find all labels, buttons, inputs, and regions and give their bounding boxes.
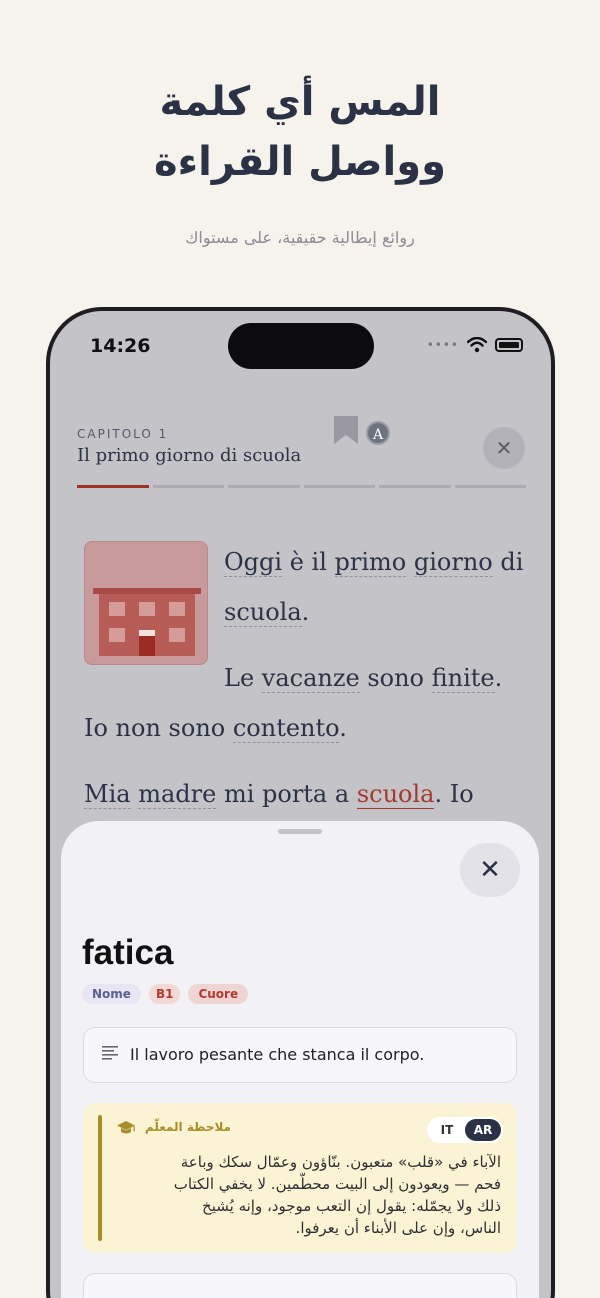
definition-text: Il lavoro pesante che stanca il corpo. xyxy=(130,1045,425,1064)
signal-icon: •••• xyxy=(426,338,459,352)
word-token[interactable]: Oggi xyxy=(224,548,283,577)
text-run: sono xyxy=(359,664,432,692)
reader-close-button[interactable]: ✕ xyxy=(483,427,525,469)
part-of-speech-badge: Nome xyxy=(82,984,141,1004)
status-icons: •••• xyxy=(427,337,523,353)
note-accent-bar xyxy=(98,1115,102,1241)
word-token[interactable]: finite xyxy=(431,664,495,693)
headline-line-2: وواصل القراءة xyxy=(154,139,446,185)
bookmark-icon[interactable] xyxy=(333,415,359,445)
promo-headline: المس أي كلمة وواصل القراءة xyxy=(0,72,600,192)
source-badge: Cuore xyxy=(188,984,249,1004)
chapter-title: Il primo giorno di scuola xyxy=(77,445,302,466)
level-badge: B1 xyxy=(148,984,181,1004)
next-info-card xyxy=(83,1273,517,1298)
word-tags: Nome B1 Cuore xyxy=(82,984,249,1004)
text-run: Le xyxy=(224,664,262,692)
word-token[interactable]: contento xyxy=(232,714,340,743)
story-paragraph: Le vacanze sono finite. Io non sono cont… xyxy=(84,653,524,753)
dynamic-island xyxy=(228,323,374,369)
progress-segment xyxy=(152,485,224,488)
sheet-grabber[interactable] xyxy=(278,829,322,834)
chapter-progress xyxy=(77,485,526,488)
text-run: è il xyxy=(282,548,335,576)
text-run: . xyxy=(301,598,310,626)
progress-segment xyxy=(228,485,300,488)
headline-line-1: المس أي كلمة xyxy=(159,79,441,125)
sheet-close-button[interactable]: ✕ xyxy=(460,843,520,897)
word-token[interactable]: giorno xyxy=(413,548,493,577)
toggle-it[interactable]: IT xyxy=(429,1119,465,1141)
wifi-icon xyxy=(467,337,487,353)
word-token[interactable]: Mia xyxy=(84,780,131,809)
text-run xyxy=(406,548,414,576)
language-toggle[interactable]: IT AR xyxy=(427,1117,503,1143)
word-token[interactable]: primo xyxy=(334,548,407,577)
definition-card: Il lavoro pesante che stanca il corpo. xyxy=(83,1027,517,1083)
graduation-cap-icon xyxy=(117,1121,135,1134)
status-time: 14:26 xyxy=(90,335,151,357)
promo-subline: روائع إيطالية حقيقية، على مستواك xyxy=(185,228,415,247)
font-settings-icon[interactable]: A xyxy=(366,421,390,445)
note-line: الناس، وإن على الأبناء أن يعرفوا. xyxy=(295,1219,501,1237)
story-paragraph: Oggi è il primo giorno di scuola. xyxy=(84,537,524,637)
text-run: mi porta a xyxy=(216,780,357,808)
text-run: di xyxy=(492,548,524,576)
battery-icon xyxy=(495,338,523,352)
progress-segment xyxy=(77,485,149,488)
note-line: الآباء في «قلب» متعبون. بنّاؤون وعمّال س… xyxy=(180,1153,501,1171)
toggle-ar[interactable]: AR xyxy=(465,1119,501,1141)
text-run: . xyxy=(339,714,347,742)
note-line: ذلك ولا يجمّله: يقول إن التعب موجود، وإن… xyxy=(202,1197,501,1215)
selected-word[interactable]: scuola xyxy=(356,780,435,809)
word-token[interactable]: madre xyxy=(138,780,217,809)
story-text: Oggi è il primo giorno di scuola. Le vac… xyxy=(84,537,524,835)
text-run: . Io xyxy=(434,780,474,808)
progress-segment xyxy=(303,485,375,488)
progress-segment xyxy=(379,485,451,488)
teacher-note-title: ملاحظة المعلّم xyxy=(144,1120,231,1134)
note-line: فحم — ويعودون إلى البيت محطّمين. لا يخفي… xyxy=(173,1175,501,1193)
word-headword: fatica xyxy=(82,933,174,972)
teacher-note-body: الآباء في «قلب» متعبون. بنّاؤون وعمّال س… xyxy=(123,1151,501,1239)
teacher-note-card: ملاحظة المعلّم IT AR الآباء في «قلب» متع… xyxy=(83,1103,517,1253)
word-token[interactable]: scuola xyxy=(224,598,302,627)
word-token[interactable]: vacanze xyxy=(261,664,360,693)
word-detail-sheet: ✕ fatica Nome B1 Cuore Il lavoro pesante… xyxy=(61,821,539,1298)
chapter-label: CAPITOLO 1 xyxy=(77,427,169,441)
text-lines-icon xyxy=(102,1046,118,1060)
story-paragraph: Mia madre mi porta a scuola. Io xyxy=(84,769,524,819)
progress-segment xyxy=(454,485,526,488)
